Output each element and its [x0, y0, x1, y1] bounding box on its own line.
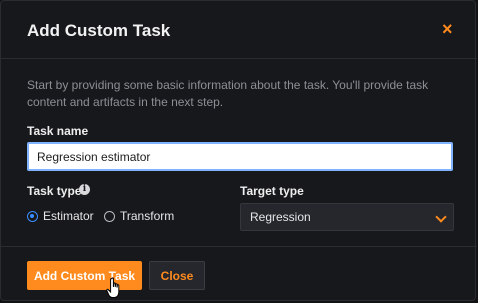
target-type-value: Regression: [250, 210, 311, 224]
target-type-label: Target type: [240, 184, 304, 198]
radio-unchecked-icon: [104, 210, 115, 222]
info-icon[interactable]: i: [79, 184, 90, 195]
dialog-description: Start by providing some basic informatio…: [27, 78, 429, 109]
dialog-title: Add Custom Task: [27, 21, 171, 40]
radio-estimator-label: Estimator: [43, 209, 94, 223]
footer-divider: [1, 246, 477, 247]
task-type-label: Task type: [27, 184, 82, 198]
close-button[interactable]: Close: [149, 261, 205, 290]
task-name-label: Task name: [27, 124, 89, 138]
task-name-input[interactable]: [27, 142, 453, 171]
chevron-down-icon: [435, 211, 447, 223]
close-icon[interactable]: ×: [442, 19, 453, 39]
target-type-select[interactable]: Regression: [240, 203, 454, 231]
radio-checked-icon: [27, 210, 38, 222]
radio-transform[interactable]: Transform: [104, 209, 174, 223]
add-custom-task-dialog: Add Custom Task × Start by providing som…: [0, 0, 477, 301]
radio-transform-label: Transform: [120, 209, 175, 223]
hand-pointer-icon: [106, 277, 120, 298]
header-divider: [1, 58, 477, 59]
radio-estimator[interactable]: Estimator: [27, 209, 94, 223]
